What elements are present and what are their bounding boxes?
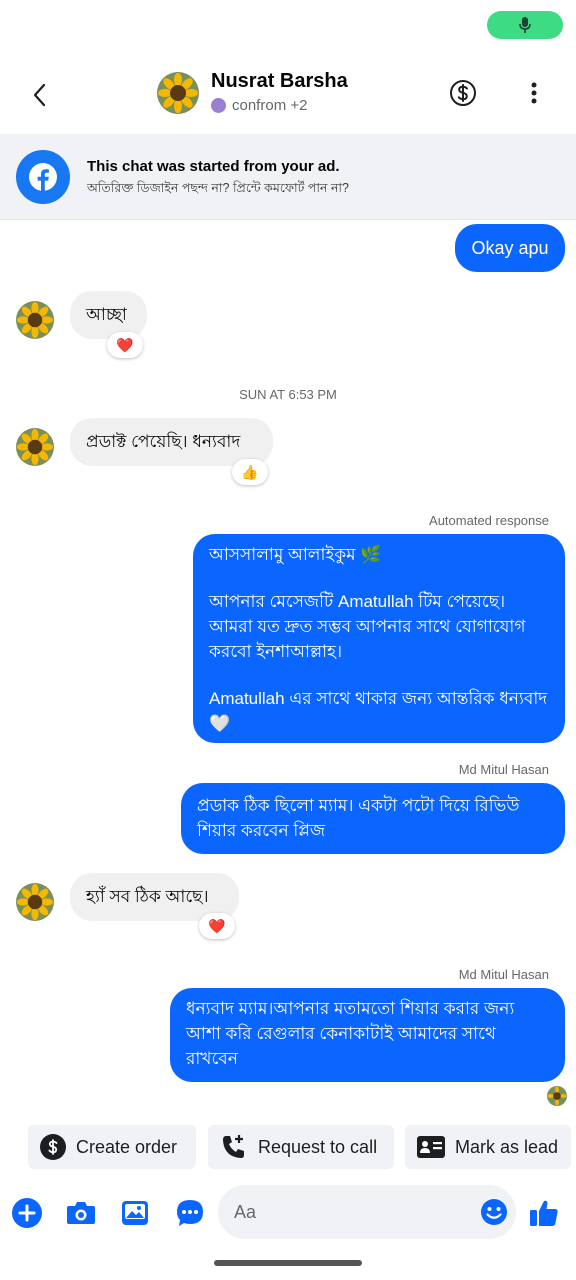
payment-button[interactable]	[448, 78, 478, 108]
ad-banner-subtitle: অতিরিক্ত ডিজাইন পছন্দ না? প্রিন্টে কমফোর…	[87, 181, 350, 195]
create-order-button[interactable]: Create order	[28, 1125, 196, 1169]
sender-label: Md Mitul Hasan	[458, 967, 549, 982]
reaction-heart[interactable]: ❤️	[107, 332, 143, 358]
request-call-label: Request to call	[258, 1136, 378, 1157]
mic-indicator[interactable]	[487, 11, 563, 39]
reaction-thumbs-up[interactable]: 👍	[232, 459, 268, 485]
mark-lead-button[interactable]: Mark as lead	[405, 1125, 571, 1169]
message-incoming[interactable]: আচ্ছা	[70, 291, 147, 339]
sender-avatar[interactable]	[16, 428, 54, 466]
message-outgoing-automated[interactable]: আসসালামু আলাইকুম 🌿 আপনার মেসেজটি Amatull…	[193, 534, 565, 743]
sender-avatar[interactable]	[16, 301, 54, 339]
dollar-circle-icon	[450, 80, 476, 106]
message-input[interactable]	[234, 1185, 464, 1239]
back-button[interactable]	[22, 78, 56, 112]
seen-receipt-avatar	[547, 1086, 567, 1106]
plus-circle-icon	[12, 1198, 42, 1228]
reaction-heart[interactable]: ❤️	[199, 913, 235, 939]
camera-icon	[67, 1202, 95, 1224]
contact-subtitle: confrom +2	[211, 97, 307, 114]
facebook-icon	[29, 163, 57, 191]
request-call-button[interactable]: Request to call	[208, 1125, 394, 1169]
chat-bubble-icon	[177, 1200, 203, 1226]
chat-header: Nusrat Barsha confrom +2	[0, 50, 576, 134]
mark-lead-label: Mark as lead	[455, 1136, 559, 1157]
home-indicator[interactable]	[214, 1260, 362, 1266]
sender-label: Md Mitul Hasan	[458, 762, 549, 777]
facebook-logo	[16, 150, 70, 204]
gallery-button[interactable]	[119, 1197, 151, 1229]
sender-avatar[interactable]	[16, 883, 54, 921]
status-bar	[0, 0, 576, 50]
emoji-icon	[481, 1199, 507, 1225]
contact-avatar[interactable]	[157, 72, 199, 114]
message-line: আসসালামু আলাইকুম 🌿	[209, 545, 382, 564]
phone-plus-icon	[223, 1135, 244, 1158]
add-button[interactable]	[11, 1197, 43, 1229]
message-outgoing[interactable]: Okay apu	[455, 224, 565, 272]
label-dot-icon	[211, 98, 226, 113]
message-line: Amatullah এর সাথে থাকার জন্য আন্তরিক ধন্…	[209, 689, 548, 733]
saved-replies-button[interactable]	[174, 1197, 206, 1229]
like-button[interactable]	[526, 1195, 562, 1231]
message-outgoing[interactable]: প্রডাক ঠিক ছিলো ম্যাম। একটা পটো দিয়ে রি…	[181, 783, 565, 854]
quick-actions-bar: Create order Request to call Mark as lea…	[0, 1125, 576, 1169]
ad-origin-banner[interactable]: This chat was started from your ad. অতির…	[0, 134, 576, 220]
id-card-icon	[417, 1136, 445, 1158]
automated-response-label: Automated response	[429, 513, 549, 528]
camera-button[interactable]	[65, 1197, 97, 1229]
timestamp-separator: SUN AT 6:53 PM	[239, 387, 337, 402]
mic-icon	[519, 17, 531, 33]
message-line: আপনার মেসেজটি Amatullah টিম পেয়েছে। আমর…	[209, 592, 526, 661]
message-composer	[0, 1185, 576, 1241]
message-outgoing[interactable]: ধন্যবাদ ম্যাম।আপনার মতামতো শিয়ার করার জ…	[170, 988, 565, 1082]
dollar-icon	[40, 1134, 66, 1160]
ad-banner-title: This chat was started from your ad.	[87, 158, 340, 175]
more-options-button[interactable]	[522, 78, 546, 108]
contact-name[interactable]: Nusrat Barsha	[211, 70, 348, 93]
emoji-button[interactable]	[480, 1198, 508, 1226]
contact-sub-text: confrom +2	[232, 97, 308, 114]
message-input-container[interactable]	[218, 1185, 516, 1239]
image-icon	[122, 1201, 148, 1225]
thumbs-up-icon	[530, 1200, 558, 1226]
back-arrow-icon	[33, 83, 46, 107]
more-vertical-icon	[531, 82, 537, 104]
create-order-label: Create order	[76, 1136, 178, 1157]
